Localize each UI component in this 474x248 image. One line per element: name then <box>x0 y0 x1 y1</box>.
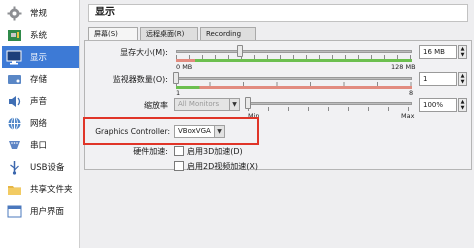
scale-factor-max: Max <box>401 112 415 120</box>
sidebar-item-label: 网络 <box>30 119 48 129</box>
motherboard-icon <box>6 28 22 43</box>
monitor-count-range-bar <box>176 86 412 89</box>
sidebar-item-user-interface[interactable]: 用户界面 <box>2 200 79 222</box>
video-memory-label: 显存大小(M): <box>120 48 168 57</box>
monitor-count-slider-thumb[interactable] <box>173 72 179 84</box>
speaker-icon <box>6 94 22 109</box>
sidebar-item-shared-folders[interactable]: 共享文件夹 <box>2 178 79 200</box>
serial-port-icon <box>6 138 22 153</box>
sidebar-item-label: 共享文件夹 <box>30 185 73 195</box>
network-icon <box>6 116 22 131</box>
sidebar-item-label: USB设备 <box>30 163 65 173</box>
monitor-count-slider[interactable] <box>176 77 412 80</box>
video-memory-input[interactable]: 16 MB <box>419 45 457 59</box>
scale-factor-label: 缩放率 <box>144 101 168 110</box>
tab-remote-display[interactable]: 远程桌面(R) <box>140 27 198 41</box>
chevron-down-icon: ▼ <box>229 99 239 110</box>
video-memory-spinner[interactable]: ▲ ▼ <box>458 45 467 59</box>
video-memory-slider[interactable] <box>176 50 412 53</box>
video-memory-min: 0 MB <box>176 63 193 71</box>
monitor-count-min: 1 <box>176 89 181 97</box>
sidebar-item-label: 显示 <box>30 53 48 63</box>
sidebar-item-label: 系统 <box>30 31 48 41</box>
window-icon <box>6 204 22 219</box>
monitor-count-input[interactable]: 1 <box>419 72 457 86</box>
gear-icon <box>6 6 22 21</box>
scale-factor-slider-thumb[interactable] <box>245 97 251 109</box>
scale-monitors-select: All Monitors ▼ <box>174 98 240 111</box>
scale-factor-spinner[interactable]: ▲ ▼ <box>458 98 467 112</box>
enable-2d-video-label[interactable]: 启用2D视频加速(X) <box>187 161 258 172</box>
folder-icon <box>6 182 22 197</box>
scale-factor-slider[interactable] <box>248 102 412 105</box>
settings-sidebar: 常规 系统 显示 存储 声音 网络 串口 USB设备 共享文件夹 用户界面 <box>0 0 80 248</box>
scale-factor-input[interactable]: 100% <box>419 98 457 112</box>
enable-3d-checkbox[interactable] <box>174 146 184 156</box>
video-memory-slider-thumb[interactable] <box>236 45 243 57</box>
sidebar-item-audio[interactable]: 声音 <box>2 90 79 112</box>
sidebar-item-label: 存储 <box>30 75 48 85</box>
graphics-controller-value: VBoxVGA <box>178 127 211 135</box>
page-title: 显示 <box>88 4 468 22</box>
sidebar-item-label: 常规 <box>30 9 48 19</box>
enable-2d-video-checkbox[interactable] <box>174 161 184 171</box>
sidebar-item-label: 串口 <box>30 141 48 151</box>
monitor-count-max: 8 <box>409 89 414 97</box>
scale-monitors-select-value: All Monitors <box>178 100 220 108</box>
video-memory-max: 128 MB <box>391 63 416 71</box>
sidebar-item-network[interactable]: 网络 <box>2 112 79 134</box>
scale-factor-ticks <box>248 107 412 111</box>
enable-3d-label[interactable]: 启用3D加速(D) <box>187 146 243 157</box>
sidebar-item-label: 声音 <box>30 97 48 107</box>
graphics-controller-select[interactable]: VBoxVGA ▼ <box>174 125 225 138</box>
sidebar-item-serial-ports[interactable]: 串口 <box>2 134 79 156</box>
sidebar-item-system[interactable]: 系统 <box>2 24 79 46</box>
sidebar-item-label: 用户界面 <box>30 207 65 217</box>
monitor-count-label: 监视器数量(O): <box>112 75 168 84</box>
chevron-down-icon: ▼ <box>214 126 224 137</box>
monitor-icon <box>6 50 22 65</box>
sidebar-item-general[interactable]: 常规 <box>2 2 79 24</box>
sidebar-item-storage[interactable]: 存储 <box>2 68 79 90</box>
monitor-count-spinner[interactable]: ▲ ▼ <box>458 72 467 86</box>
disk-icon <box>6 72 22 87</box>
tab-recording[interactable]: Recording <box>200 27 256 41</box>
graphics-controller-label: Graphics Controller: <box>95 127 170 136</box>
acceleration-label: 硬件加速: <box>133 147 168 156</box>
sidebar-item-usb[interactable]: USB设备 <box>2 156 79 178</box>
video-memory-range-bar <box>176 59 412 62</box>
usb-icon <box>6 160 22 175</box>
sidebar-item-display[interactable]: 显示 <box>2 46 79 68</box>
